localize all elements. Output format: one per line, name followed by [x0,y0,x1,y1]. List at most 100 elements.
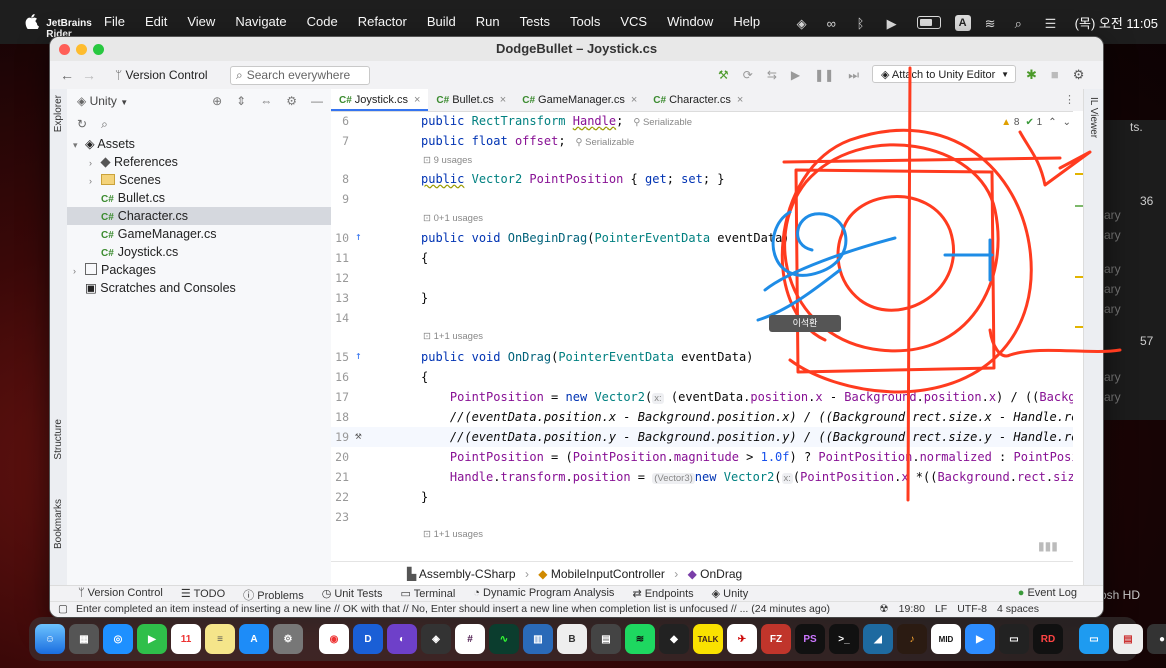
bbedit-icon[interactable]: B [557,624,587,654]
tree-item[interactable]: › Packages [67,261,331,279]
tree-item[interactable]: ▣ Scratches and Consoles [67,279,331,297]
caret-position[interactable]: 19:80 [899,603,925,615]
chevron-icon[interactable]: ▾ [73,136,85,154]
apple-icon[interactable] [25,13,39,29]
chevron-icon[interactable]: › [73,262,85,280]
usages-hint[interactable]: ⊡ 1+1 usages [423,331,483,343]
system-preferences-icon[interactable]: ⚙ [273,624,303,654]
calendar-icon[interactable]: 11 [171,624,201,654]
build-hammer-icon[interactable]: ⚒ [718,68,729,83]
warning-marker[interactable] [1075,173,1083,175]
bluetooth-icon[interactable]: ᛒ [857,16,873,31]
menu-extra-icon[interactable]: ● [1147,624,1166,654]
mysql-workbench-icon[interactable]: ◢ [863,624,893,654]
memory-icon[interactable]: ☢ [879,603,888,615]
warning-marker[interactable] [1075,326,1083,328]
chrome-icon[interactable]: ◉ [319,624,349,654]
tree-item[interactable]: ▾ ◈ Assets [67,135,331,153]
tidal-icon[interactable]: ◆ [659,624,689,654]
mirror-app-icon[interactable]: ▥ [523,624,553,654]
unity-icon[interactable]: ◈ [797,16,813,31]
pause-icon[interactable]: ❚❚ [814,68,834,83]
debug-step-icon[interactable]: ⇆ [767,68,777,83]
status-panel-icon[interactable]: ▢ [58,603,68,615]
tree-item[interactable]: C# GameManager.cs [67,225,331,243]
usages-hint[interactable]: ⊡ 9 usages [423,155,472,167]
implements-gutter-icon[interactable]: ↑ [355,349,362,362]
close-tab-icon[interactable]: × [737,94,743,106]
folder-icon[interactable]: ▭ [1079,624,1109,654]
stop-icon[interactable]: ■ [1051,67,1059,83]
battery-icon[interactable] [916,16,941,29]
bookmarks-tool-tab[interactable]: Bookmarks [53,499,64,549]
input-source-icon[interactable]: A [954,14,971,31]
slack-icon[interactable]: # [455,624,485,654]
tab-character[interactable]: C# Character.cs × [645,89,751,111]
control-center-icon[interactable]: ☰ [1045,16,1061,31]
rider-icon[interactable]: RD [1033,624,1063,654]
zoom-window-button[interactable] [93,44,104,55]
discord-icon[interactable]: D [353,624,383,654]
unity-hub-icon[interactable]: ◈ [421,624,451,654]
tab-gamemanager[interactable]: C# GameManager.cs × [514,89,645,111]
tab-bullet[interactable]: C# Bullet.cs × [428,89,514,111]
il-viewer-tool-tab[interactable]: IL Viewer [1088,97,1099,138]
refresh-icon[interactable]: ↻ [77,117,87,131]
tree-item[interactable]: › Scenes [67,171,331,189]
tab-joystick[interactable]: C# Joystick.cs × [331,89,429,111]
file-encoding[interactable]: UTF-8 [957,603,987,615]
explorer-tool-tab[interactable]: Explorer [53,95,64,132]
tree-item[interactable]: C# Joystick.cs [67,243,331,261]
status-message[interactable]: Enter completed an item instead of inser… [76,603,830,615]
spotlight-icon[interactable]: ⌕ [1015,16,1031,31]
play-circle-icon[interactable]: ▶ [887,16,903,31]
tab-actions-icon[interactable]: ⋮ [1064,89,1083,111]
close-tab-icon[interactable]: × [414,94,420,106]
event-log-button[interactable]: ● Event Log [1018,587,1077,599]
unity-view-selector[interactable]: ◈ Unity ▼ [77,94,128,108]
tree-item[interactable]: › References [67,153,331,171]
search-icon[interactable]: ⌕ [101,117,108,132]
implements-gutter-icon[interactable]: ↑ [355,230,362,243]
close-window-button[interactable] [59,44,70,55]
usages-hint[interactable]: ⊡ 1+1 usages [423,529,483,541]
build-hammer-gutter-icon[interactable]: ⚒ [355,429,362,442]
chevron-icon[interactable]: › [89,154,101,172]
minimize-window-button[interactable] [76,44,87,55]
play-icon[interactable]: ▶ [791,68,800,83]
notes-icon[interactable]: ≡ [205,624,235,654]
search-everywhere-field[interactable]: ⌕ Search everywhere [230,66,370,85]
close-tab-icon[interactable]: × [631,94,637,106]
github-desktop-icon[interactable]: ◐ [387,624,417,654]
back-arrow-icon[interactable]: ← [60,67,74,83]
warning-marker[interactable] [1075,276,1083,278]
finder-icon[interactable]: ☺ [35,624,65,654]
activity-monitor-icon[interactable]: ∿ [489,624,519,654]
app-store-icon[interactable]: A [239,624,269,654]
usages-hint[interactable]: ⊡ 0+1 usages [423,213,483,225]
spotify-icon[interactable]: ≋ [625,624,655,654]
launchpad-icon[interactable]: ▦ [69,624,99,654]
options-gear-icon[interactable]: ⚙ [286,94,297,108]
editor-scrollbar[interactable] [1073,111,1083,581]
aviator-icon[interactable]: ✈ [727,624,757,654]
indent-setting[interactable]: 4 spaces [997,603,1039,615]
kakaotalk-icon[interactable]: TALK [693,624,723,654]
creative-cloud-icon[interactable]: ∞ [827,16,843,31]
safari-icon[interactable]: ◎ [103,624,133,654]
settings-gear-icon[interactable]: ⚙ [1073,67,1085,83]
desktop-label[interactable]: osh HD [1100,588,1140,602]
change-marker[interactable] [1075,205,1083,207]
close-tab-icon[interactable]: × [500,94,506,106]
breadcrumb-assembly[interactable]: ▙ Assembly-CSharp [407,567,516,581]
midi-icon[interactable]: MID [931,624,961,654]
filezilla-icon[interactable]: FZ [761,624,791,654]
bug-icon[interactable]: ✱ [1026,67,1037,83]
tree-item[interactable]: C# Bullet.cs [67,189,331,207]
breadcrumb-class[interactable]: ◆ MobileInputController [538,567,665,581]
collapse-all-icon[interactable]: ⇔ [260,94,272,108]
unity-refresh-icon[interactable]: ⟳ [743,68,753,83]
facetime-icon[interactable]: ▶ [137,624,167,654]
console-icon[interactable]: ▭ [999,624,1029,654]
line-ending[interactable]: LF [935,603,947,615]
